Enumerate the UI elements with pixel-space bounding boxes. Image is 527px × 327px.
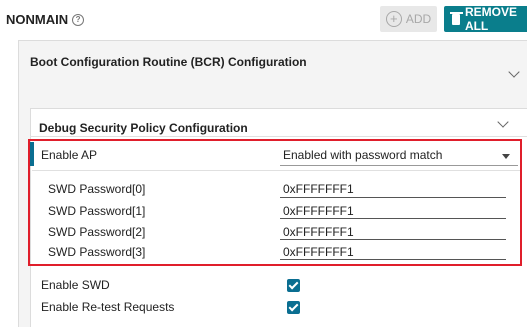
remove-all-label: REMOVE ALL [464, 5, 517, 33]
section-title: NONMAIN ? [6, 12, 85, 27]
debug-panel-title[interactable]: Debug Security Policy Configuration [39, 121, 248, 135]
toolbar: NONMAIN ? + ADD REMOVE ALL [0, 0, 527, 38]
add-button[interactable]: + ADD [380, 6, 437, 32]
debug-header-divider [30, 136, 527, 137]
remove-all-button[interactable]: REMOVE ALL [444, 5, 527, 33]
plus-circle-icon: + [385, 11, 402, 27]
enable-swd-label: Enable SWD [41, 278, 110, 292]
enable-retest-label: Enable Re-test Requests [41, 300, 175, 314]
enable-retest-checkbox[interactable] [287, 301, 300, 314]
highlight-box [28, 139, 522, 266]
section-label: NONMAIN [6, 12, 69, 27]
enable-swd-checkbox[interactable] [287, 279, 300, 292]
bcr-panel-title[interactable]: Boot Configuration Routine (BCR) Configu… [30, 55, 307, 69]
help-icon[interactable]: ? [72, 13, 85, 26]
debug-chevron-down-icon[interactable] [497, 116, 509, 128]
trash-icon [450, 11, 463, 25]
bcr-chevron-down-icon[interactable] [508, 66, 520, 78]
add-button-label: ADD [405, 12, 432, 26]
